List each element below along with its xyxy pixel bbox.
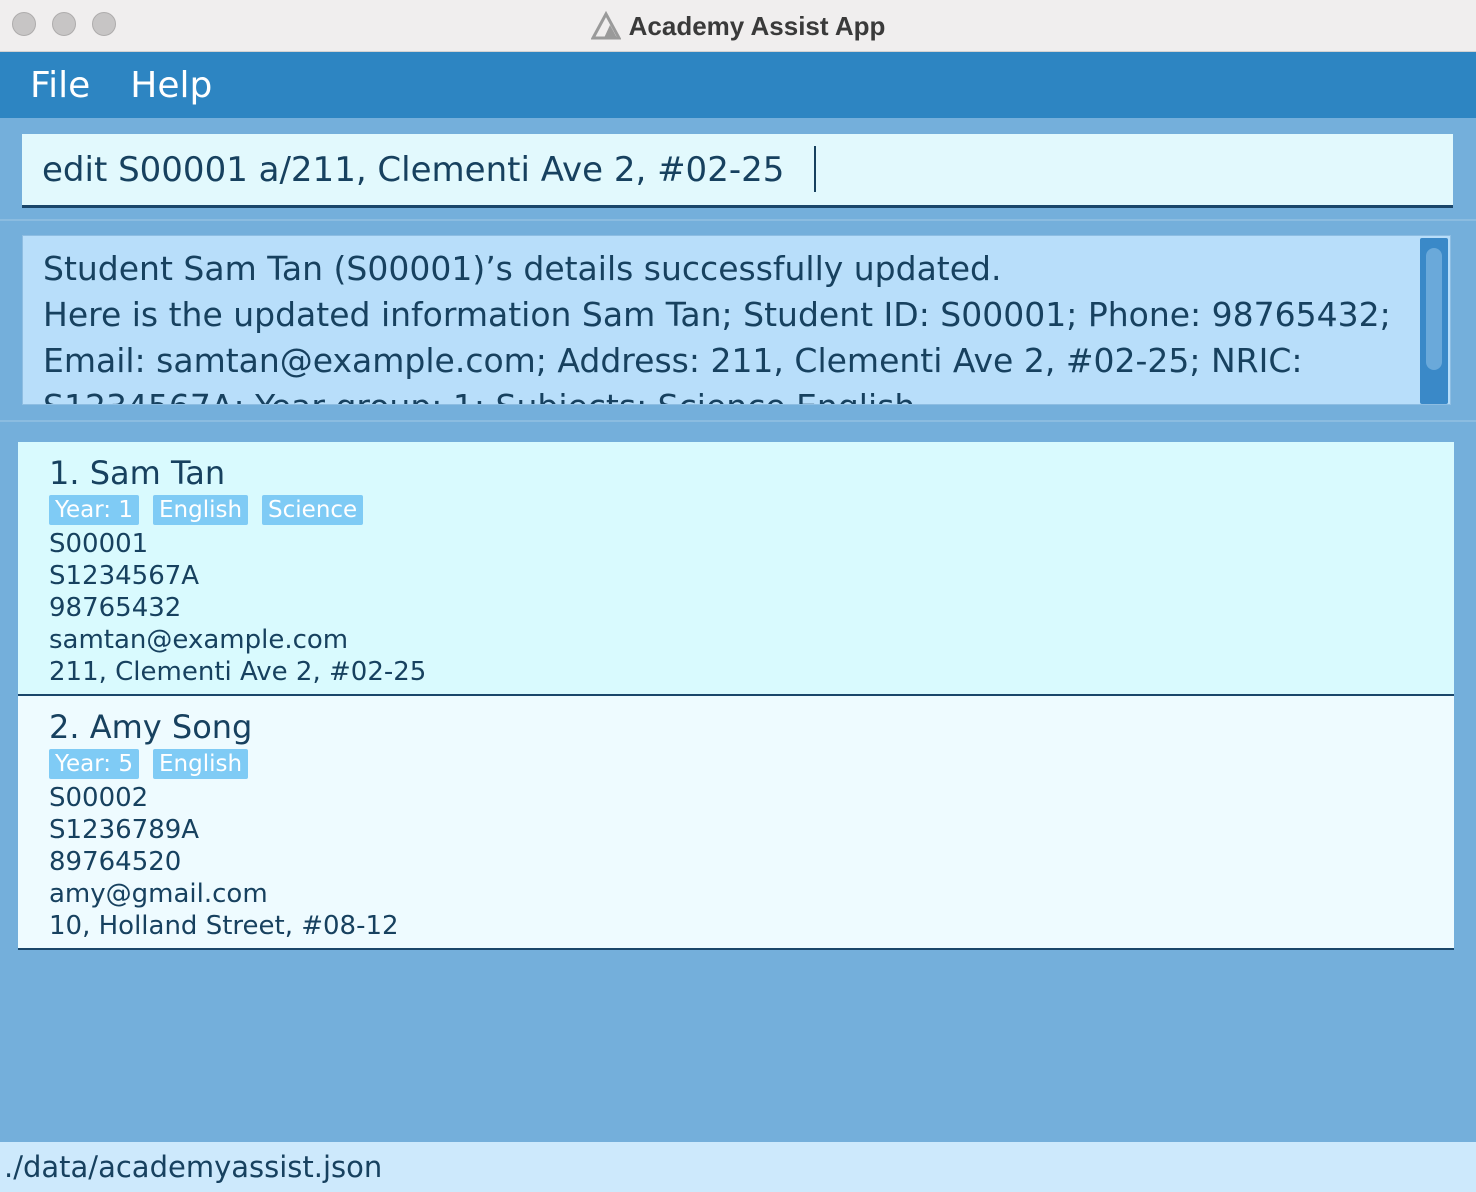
student-name: 2. Amy Song [49,708,253,746]
tag-subject: English [152,495,249,525]
tag-year: Year: 1 [49,495,139,525]
window-titlebar: Academy Assist App [0,0,1476,52]
result-text: Student Sam Tan (S00001)’s details succe… [43,246,1413,404]
student-list: 1. Sam Tan Year: 1 English Science S0000… [18,442,1454,950]
text-caret [814,146,816,192]
student-tags: Year: 5 English [49,749,1454,779]
result-scroll-thumb[interactable] [1426,248,1442,370]
student-tags: Year: 1 English Science [49,495,1454,525]
data-file-path: ./data/academyassist.json [4,1150,383,1184]
student-nric: S1234567A [49,561,200,591]
tag-subject: English [152,749,249,779]
command-box[interactable] [22,134,1453,208]
student-email: amy@gmail.com [49,879,268,909]
student-phone: 98765432 [49,593,182,623]
result-display[interactable]: Student Sam Tan (S00001)’s details succe… [22,235,1451,405]
tag-year: Year: 5 [49,749,139,779]
student-nric: S1236789A [49,815,200,845]
result-line-2: Here is the updated information Sam Tan;… [43,295,1391,404]
divider [0,219,1476,221]
tag-subject: Science [262,495,364,525]
app-logo-icon [590,11,621,40]
student-card[interactable]: 2. Amy Song Year: 5 English S00002 S1236… [18,696,1454,950]
student-phone: 89764520 [49,847,182,877]
student-id: S00002 [49,783,149,813]
student-address: 211, Clementi Ave 2, #02-25 [49,657,427,687]
menu-file[interactable]: File [30,65,90,106]
menu-bar: File Help [0,52,1476,118]
status-bar: ./data/academyassist.json [0,1142,1476,1192]
command-input[interactable] [42,134,1453,205]
student-card[interactable]: 1. Sam Tan Year: 1 English Science S0000… [18,442,1454,696]
window-title: Academy Assist App [628,10,886,41]
student-email: samtan@example.com [49,625,349,655]
divider [0,420,1476,422]
menu-help[interactable]: Help [130,65,212,106]
result-scrollbar[interactable] [1420,238,1448,404]
student-name: 1. Sam Tan [49,454,226,492]
result-line-1: Student Sam Tan (S00001)’s details succe… [43,249,1002,288]
student-address: 10, Holland Street, #08-12 [49,911,399,941]
window-title-group: Academy Assist App [0,0,1476,52]
student-id: S00001 [49,529,149,559]
